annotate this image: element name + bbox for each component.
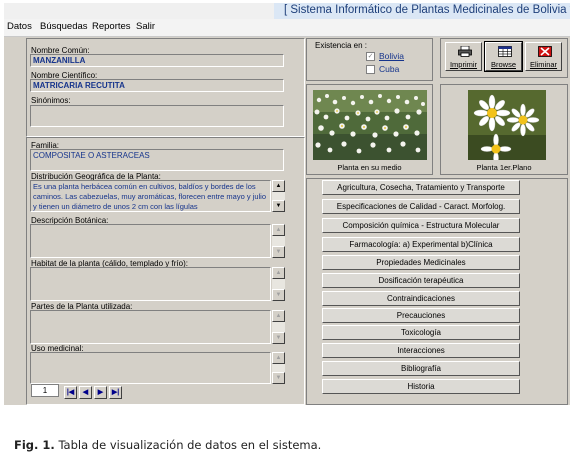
distribucion-scrollbar[interactable]: ▲ ▼ <box>272 180 285 212</box>
nav-composicion[interactable]: Composición química - Estructura Molecul… <box>322 218 520 233</box>
scroll-down-icon[interactable]: ▼ <box>272 289 285 301</box>
uso-scrollbar[interactable]: ▲ ▼ <box>272 352 285 384</box>
description-panel: Familia: COMPOSITAE O ASTERACEAS Distrib… <box>26 137 305 405</box>
photo-closeup-caption: Planta 1er.Plano <box>476 163 532 172</box>
photo-habitat-caption: Planta en su medio <box>337 163 402 172</box>
nav-bibliografia[interactable]: Bibliografía <box>322 361 520 376</box>
scroll-up-icon[interactable]: ▲ <box>272 224 285 236</box>
browse-label: Browse <box>490 60 516 69</box>
next-record-icon[interactable]: ▶ <box>94 386 107 399</box>
printer-icon <box>458 46 472 57</box>
last-record-icon[interactable]: ▶| <box>109 386 122 399</box>
figure-label: Fig. 1. <box>14 438 55 452</box>
nav-farmacologia[interactable]: Farmacología: a) Experimental b)Clínica <box>322 237 520 252</box>
sinonimos-field[interactable] <box>30 105 284 127</box>
partes-scrollbar[interactable]: ▲ ▼ <box>272 310 285 344</box>
uso-field[interactable] <box>30 352 271 384</box>
familia-field[interactable]: COMPOSITAE O ASTERACEAS <box>30 149 284 171</box>
nav-dosificacion[interactable]: Dosificación terapéutica <box>322 273 520 288</box>
scroll-down-icon[interactable]: ▼ <box>272 372 285 384</box>
nav-toxicologia[interactable]: Toxicología <box>322 325 520 340</box>
habitat-scrollbar[interactable]: ▲ ▼ <box>272 267 285 301</box>
menu-salir[interactable]: Salir <box>136 21 155 32</box>
bolivia-checkbox[interactable]: ✓ <box>366 52 375 61</box>
nav-historia[interactable]: Historia <box>322 379 520 394</box>
nav-contraindicaciones[interactable]: Contraindicaciones <box>322 291 520 306</box>
nav-precauciones[interactable]: Precauciones <box>322 308 520 323</box>
app-window: [ Sistema Informático de Plantas Medicin… <box>4 3 570 405</box>
delete-icon <box>538 46 552 57</box>
chamomile-field-image <box>313 90 427 160</box>
nav-propiedades[interactable]: Propiedades Medicinales <box>322 255 520 270</box>
prev-record-icon[interactable]: ◀ <box>79 386 92 399</box>
eliminar-label: Eliminar <box>529 60 558 69</box>
names-panel: Nombre Común: MANZANILLA Nombre Científi… <box>26 38 305 137</box>
existencia-group: Existencia en : ✓ Bolivia Cuba <box>306 38 433 81</box>
imprimir-button[interactable]: Imprimir <box>445 42 482 71</box>
scroll-down-icon[interactable]: ▼ <box>272 246 285 258</box>
eliminar-button[interactable]: Eliminar <box>525 42 562 71</box>
title-bar: [ Sistema Informático de Plantas Medicin… <box>4 3 570 19</box>
figure-caption: Fig. 1. Tabla de visualización de datos … <box>14 438 321 452</box>
scroll-up-icon[interactable]: ▲ <box>272 267 285 279</box>
menu-reportes[interactable]: Reportes <box>92 21 131 32</box>
existencia-label: Existencia en : <box>315 41 368 50</box>
menu-datos[interactable]: Datos <box>7 21 32 32</box>
sinonimos-label: Sinónimos: <box>31 96 71 105</box>
window-title: [ Sistema Informático de Plantas Medicin… <box>284 4 570 16</box>
grid-icon <box>498 46 512 57</box>
figure-text: Tabla de visualización de datos en el si… <box>58 438 322 452</box>
scroll-down-icon[interactable]: ▼ <box>272 200 285 212</box>
nav-especificaciones[interactable]: Especificaciones de Calidad - Caract. Mo… <box>322 199 520 214</box>
menu-busquedas[interactable]: Búsquedas <box>40 21 88 32</box>
nav-interacciones[interactable]: Interacciones <box>322 343 520 358</box>
first-record-icon[interactable]: |◀ <box>64 386 77 399</box>
nav-agricultura[interactable]: Agricultura, Cosecha, Tratamiento y Tran… <box>322 180 520 195</box>
menu-bar: Datos Búsquedas Reportes Salir <box>4 19 570 37</box>
scroll-up-icon[interactable]: ▲ <box>272 352 285 364</box>
cuba-checkbox[interactable] <box>366 65 375 74</box>
partes-field[interactable] <box>30 310 271 344</box>
record-number[interactable]: 1 <box>31 384 59 397</box>
descripcion-scrollbar[interactable]: ▲ ▼ <box>272 224 285 258</box>
descripcion-field[interactable] <box>30 224 271 258</box>
distribucion-field[interactable]: Es una planta herbácea común en cultivos… <box>30 180 271 212</box>
nombre-comun-field[interactable]: MANZANILLA <box>30 54 284 67</box>
bolivia-label[interactable]: Bolivia <box>379 51 404 61</box>
browse-button[interactable]: Browse <box>484 41 523 72</box>
habitat-field[interactable] <box>30 267 271 301</box>
photo-habitat[interactable]: Planta en su medio <box>306 84 433 175</box>
photo-closeup[interactable]: Planta 1er.Plano <box>440 84 568 175</box>
nombre-cientifico-field[interactable]: MATRICARIA RECUTITA <box>30 79 284 92</box>
scroll-down-icon[interactable]: ▼ <box>272 332 285 344</box>
scroll-up-icon[interactable]: ▲ <box>272 180 285 192</box>
cuba-label[interactable]: Cuba <box>379 64 399 74</box>
chamomile-closeup-image <box>468 90 546 160</box>
imprimir-label: Imprimir <box>449 60 478 69</box>
scroll-up-icon[interactable]: ▲ <box>272 310 285 322</box>
